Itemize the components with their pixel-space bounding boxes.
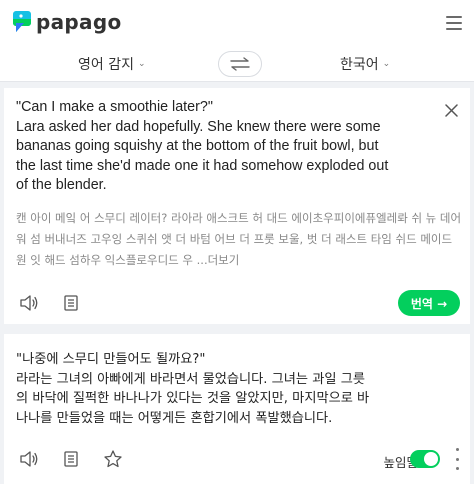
chevron-down-icon: ⌄	[137, 59, 146, 69]
target-language-selector[interactable]: 한국어 ⌄	[340, 54, 390, 74]
logo-wordmark: papago	[36, 10, 122, 34]
show-more-link[interactable]: ...더보기	[197, 253, 240, 267]
speaker-icon[interactable]	[18, 448, 40, 470]
source-panel: "Can I make a smoothie later?" Lara aske…	[4, 88, 470, 324]
clear-text-icon[interactable]	[445, 102, 458, 117]
toggle-knob	[424, 452, 438, 466]
honorific-toggle[interactable]	[410, 450, 440, 468]
source-language-selector[interactable]: 영어 감지 ⌄	[78, 54, 146, 74]
papago-parrot-icon	[12, 9, 32, 35]
speaker-icon[interactable]	[18, 292, 40, 314]
translate-button[interactable]: 번역 →	[398, 290, 460, 316]
source-language-label: 영어 감지	[78, 57, 134, 73]
target-language-label: 한국어	[340, 57, 379, 73]
app-header: papago	[0, 0, 474, 46]
swap-arrows-icon	[230, 57, 250, 71]
source-text-input[interactable]: "Can I make a smoothie later?" Lara aske…	[16, 98, 416, 196]
text-copy-icon[interactable]	[60, 448, 82, 470]
hamburger-menu-icon[interactable]	[446, 16, 462, 30]
more-options-icon[interactable]	[454, 448, 460, 470]
target-panel: "나중에 스무디 만들어도 될까요?" 라라는 그녀의 아빠에게 바라면서 물었…	[4, 334, 470, 484]
papago-logo[interactable]: papago	[12, 9, 121, 35]
chevron-down-icon: ⌄	[382, 59, 391, 69]
swap-languages-button[interactable]	[218, 51, 262, 77]
star-favorite-icon[interactable]	[102, 448, 124, 470]
translation-result-text: "나중에 스무디 만들어도 될까요?" 라라는 그녀의 아빠에게 바라면서 물었…	[16, 352, 370, 426]
pronunciation-text: 캔 아이 메잌 어 스무디 레이터? 라아라 애스크트 허 대드 에이초우피이에…	[16, 208, 462, 271]
text-copy-icon[interactable]	[60, 292, 82, 314]
language-bar: 영어 감지 ⌄ 한국어 ⌄	[0, 46, 474, 82]
